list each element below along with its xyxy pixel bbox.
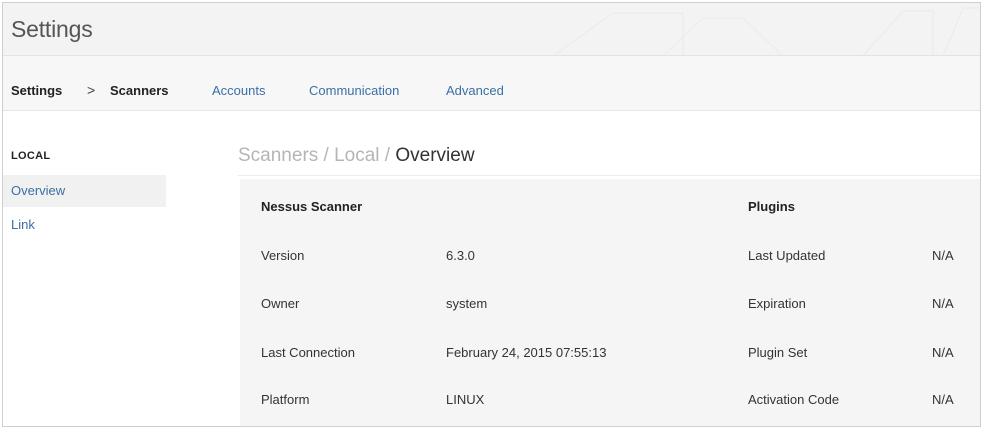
platform-value: LINUX (446, 392, 485, 407)
tab-accounts[interactable]: Accounts (212, 83, 265, 98)
owner-value: system (446, 296, 488, 311)
sidebar-item-overview[interactable]: Overview (3, 175, 166, 207)
sidebar: LOCAL Overview Link (3, 112, 168, 426)
breadcrumb-path[interactable]: Scanners / Local / (238, 145, 395, 166)
tab-advanced[interactable]: Advanced (446, 83, 504, 98)
platform-label: Platform (261, 392, 310, 407)
plugins-heading: Plugins (748, 199, 795, 214)
sidebar-section-local: LOCAL (11, 150, 51, 162)
activation-code-value: N/A (932, 392, 954, 407)
last-updated-label: Last Updated (748, 248, 826, 263)
settings-nav-bar: Settings > Scanners Accounts Communicati… (3, 56, 980, 111)
owner-label: Owner (261, 296, 300, 311)
version-value: 6.3.0 (446, 248, 475, 263)
content-breadcrumb: Scanners / Local / Overview (238, 145, 475, 167)
page-header: Settings (3, 3, 980, 56)
tab-communication[interactable]: Communication (309, 83, 399, 98)
plugin-set-value: N/A (932, 345, 954, 360)
chevron-right-icon: > (87, 82, 96, 98)
header-decoration (552, 7, 980, 56)
breadcrumb-scanners: Scanners (110, 83, 169, 98)
version-label: Version (261, 248, 305, 263)
expiration-value: N/A (932, 296, 954, 311)
divider (238, 175, 980, 176)
expiration-label: Expiration (748, 296, 806, 311)
settings-window: Settings Settings > Scanners Accounts Co… (2, 2, 981, 427)
page-title: Settings (11, 16, 93, 42)
last-connection-label: Last Connection (261, 345, 355, 360)
sidebar-item-link[interactable]: Link (3, 209, 166, 241)
activation-code-label: Activation Code (748, 392, 840, 407)
last-connection-value: February 24, 2015 07:55:13 (446, 345, 607, 360)
overview-panel: Nessus Scanner Plugins Version 6.3.0 Las… (240, 179, 980, 426)
plugin-set-label: Plugin Set (748, 345, 808, 360)
breadcrumb-current: Overview (395, 145, 475, 166)
scanner-heading: Nessus Scanner (261, 199, 363, 214)
breadcrumb-settings[interactable]: Settings (11, 83, 62, 98)
last-updated-value: N/A (932, 248, 954, 263)
